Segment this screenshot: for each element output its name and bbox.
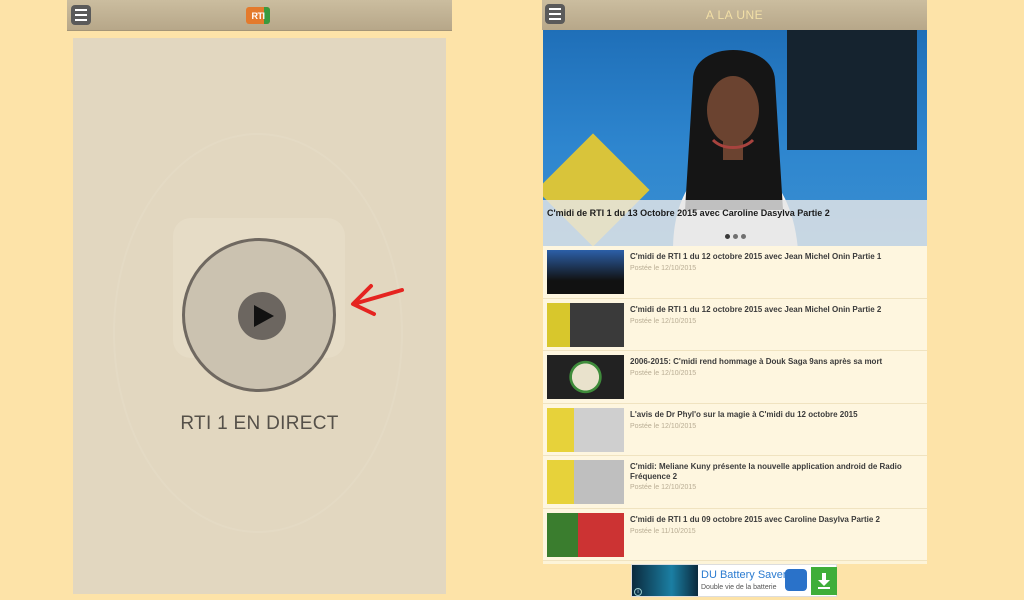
carousel-dot[interactable] (733, 234, 738, 239)
red-arrow-annotation (351, 284, 404, 316)
list-item[interactable]: C'midi de RTI 1 du 12 octobre 2015 avec … (543, 246, 927, 299)
item-title: C'midi de RTI 1 du 09 octobre 2015 avec … (630, 514, 881, 524)
item-title: C'midi de RTI 1 du 12 octobre 2015 avec … (630, 304, 882, 314)
ad-banner[interactable]: i DU Battery Saver Double vie de la batt… (631, 564, 837, 597)
featured-video[interactable]: C'midi de RTI 1 du 13 Octobre 2015 avec … (543, 30, 927, 246)
list-item[interactable]: C'midi de RTI 1 du 09 octobre 2015 avec … (543, 508, 927, 561)
page-title: A LA UNE (705, 8, 764, 22)
video-thumbnail (547, 407, 624, 452)
item-title: 2006-2015: C'midi rend hommage à Douk Sa… (630, 357, 883, 366)
play-button[interactable] (238, 292, 286, 340)
menu-icon[interactable] (71, 5, 91, 25)
live-label: RTI 1 EN DIRECT (180, 413, 339, 434)
video-thumbnail (547, 460, 624, 504)
live-screen: RTI RTI 1 EN DIRECT (67, 0, 452, 600)
video-thumbnail (547, 512, 624, 557)
featured-title: C'midi de RTI 1 du 13 Octobre 2015 avec … (547, 208, 830, 218)
item-date: Postée le 12/10/2015 (630, 370, 697, 377)
carousel-dot[interactable] (725, 234, 730, 239)
battery-app-icon (785, 569, 807, 591)
featured-caption-bar: C'midi de RTI 1 du 13 Octobre 2015 avec … (543, 200, 927, 246)
item-date: Postée le 11/10/2015 (630, 527, 696, 535)
item-date: Postée le 12/10/2015 (630, 317, 697, 325)
news-screen: A LA UNE C'midi de RTI 1 du 13 Octobre 2… (542, 0, 927, 600)
video-thumbnail (547, 250, 624, 294)
video-thumbnail (547, 355, 624, 399)
item-date: Postée le 12/10/2015 (630, 484, 697, 491)
list-item[interactable]: C'midi de RTI 1 du 12 octobre 2015 avec … (543, 298, 927, 351)
item-title: C'midi: Meliane Kuny présente la nouvell… (630, 462, 902, 481)
top-bar: RTI (67, 0, 452, 31)
video-list: C'midi de RTI 1 du 12 octobre 2015 avec … (543, 246, 927, 564)
ad-subtitle: Double vie de la batterie (701, 584, 777, 591)
carousel-dot[interactable] (741, 234, 746, 239)
ad-info-icon[interactable]: i (634, 588, 642, 596)
list-item[interactable]: 2006-2015: C'midi rend hommage à Douk Sa… (543, 351, 927, 404)
download-icon (818, 573, 830, 589)
item-date: Postée le 12/10/2015 (630, 265, 697, 272)
play-disc[interactable] (182, 238, 336, 392)
rti-logo: RTI (246, 7, 270, 24)
video-thumbnail (547, 302, 624, 347)
item-title: L'avis de Dr Phyl'o sur la magie à C'mid… (630, 409, 858, 419)
list-item[interactable]: L'avis de Dr Phyl'o sur la magie à C'mid… (543, 403, 927, 456)
top-bar: A LA UNE (542, 0, 927, 30)
download-button[interactable] (811, 567, 837, 595)
item-date: Postée le 12/10/2015 (630, 422, 697, 430)
list-item[interactable]: C'midi: Meliane Kuny présente la nouvell… (543, 456, 927, 509)
ad-title: DU Battery Saver (701, 569, 787, 581)
carousel-dots[interactable] (725, 234, 746, 239)
item-title: C'midi de RTI 1 du 12 octobre 2015 avec … (630, 252, 882, 261)
play-icon (254, 305, 274, 327)
